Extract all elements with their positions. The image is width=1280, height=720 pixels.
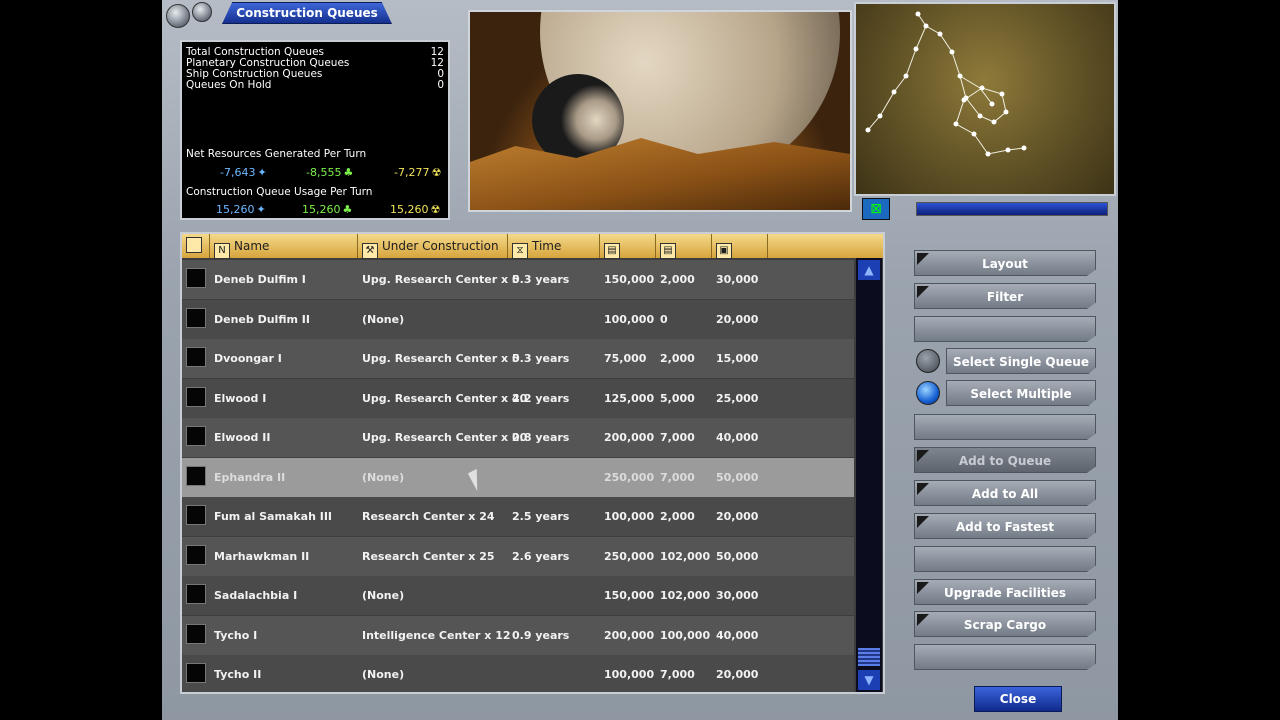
scroll-thumb[interactable] (858, 648, 880, 666)
select-single-queue-button[interactable]: Select Single Queue (946, 348, 1096, 374)
header-name[interactable]: N Name (210, 234, 358, 259)
button-corner-icon (917, 253, 929, 265)
add-to-all-button[interactable]: Add to All (914, 480, 1096, 506)
radioactives-icon: ☢ (431, 166, 442, 179)
table-row-selected[interactable]: Ephandra II (None) 250,000 7,000 50,000 (182, 458, 854, 497)
table-row[interactable]: Deneb Dulfim II (None) 100,000 0 20,000 (182, 300, 854, 339)
window-control-button[interactable] (192, 2, 212, 22)
select-multiple-queues-button[interactable]: Select Multiple Queues (946, 380, 1096, 406)
net-minerals: -7,643 ✦ (220, 166, 267, 179)
select-all-icon (186, 237, 202, 253)
add-to-queue-button[interactable]: Add to Queue (914, 447, 1096, 473)
stat-queues-on-hold: Queues On Hold 0 (186, 79, 444, 91)
organics-icon: ♣ (342, 203, 353, 216)
select-multiple-radio[interactable] (916, 381, 940, 405)
row-checkbox[interactable] (186, 426, 206, 446)
row-checkbox[interactable] (186, 308, 206, 328)
table-row[interactable]: Sadalachbia I (None) 150,000 102,000 30,… (182, 576, 854, 615)
cost-column-icon: ▤ (604, 243, 620, 259)
table-body: Deneb Dulfim I Upg. Research Center x 5 … (182, 258, 854, 692)
row-checkbox[interactable] (186, 663, 206, 683)
button-corner-icon (917, 483, 929, 495)
window-title: Construction Queues (222, 2, 392, 24)
star-map-constellation (865, 11, 1027, 157)
row-checkbox[interactable] (186, 584, 206, 604)
row-checkbox[interactable] (186, 466, 206, 486)
stats-panel: Total Construction Queues 12 Planetary Co… (180, 40, 450, 220)
row-checkbox[interactable] (186, 347, 206, 367)
table-row[interactable]: Fum al Samakah III Research Center x 24 … (182, 497, 854, 536)
row-checkbox[interactable] (186, 624, 206, 644)
button-corner-icon (917, 582, 929, 594)
usage-organics: 15,260 ♣ (302, 203, 353, 216)
table-row[interactable]: Marhawkman II Research Center x 25 2.6 y… (182, 537, 854, 576)
radioactives-icon: ☢ (430, 203, 441, 216)
scrap-cargo-button[interactable]: Scrap Cargo (914, 611, 1096, 637)
empty-button-slot (914, 316, 1096, 342)
cost-column-icon: ▤ (660, 243, 676, 259)
button-corner-icon (917, 614, 929, 626)
minerals-icon: ✦ (256, 203, 266, 216)
map-zoom-button[interactable]: ⊠ (862, 198, 890, 220)
row-checkbox[interactable] (186, 387, 206, 407)
name-sort-icon: N (214, 243, 230, 259)
header-cost-1[interactable]: ▤ (600, 234, 656, 259)
header-under-construction[interactable]: ⚒ Under Construction (358, 234, 508, 259)
table-row[interactable]: Elwood II Upg. Research Center x 20 0.8 … (182, 418, 854, 457)
construction-icon: ⚒ (362, 243, 378, 259)
button-corner-icon (917, 516, 929, 528)
upgrade-facilities-button[interactable]: Upgrade Facilities (914, 579, 1096, 605)
queue-table: N Name ⚒ Under Construction ⧖ Time ▤ ▤ ▣ De… (180, 232, 885, 694)
header-select-column[interactable] (182, 234, 210, 258)
row-checkbox[interactable] (186, 545, 206, 565)
table-row[interactable]: Elwood I Upg. Research Center x 40 2.2 y… (182, 379, 854, 418)
menu-round-button[interactable] (166, 4, 190, 28)
close-button[interactable]: Close (974, 686, 1062, 712)
usage-radioactives: 15,260 ☢ (390, 203, 441, 216)
planet-picture (468, 10, 852, 212)
empty-button-slot (914, 414, 1096, 440)
layout-button[interactable]: Layout (914, 250, 1096, 276)
table-scrollbar[interactable]: ▲ ▼ (856, 258, 882, 692)
table-row[interactable]: Dvoongar I Upg. Research Center x 5 0.3 … (182, 339, 854, 378)
row-checkbox[interactable] (186, 505, 206, 525)
empty-button-slot (914, 546, 1096, 572)
time-icon: ⧖ (512, 243, 528, 259)
header-cost-2[interactable]: ▤ (656, 234, 712, 259)
add-to-fastest-button[interactable]: Add to Fastest (914, 513, 1096, 539)
usage-minerals: 15,260 ✦ (216, 203, 266, 216)
cargo-icon: ▣ (716, 243, 732, 259)
scroll-up-arrow-icon[interactable]: ▲ (858, 260, 880, 280)
header-time[interactable]: ⧖ Time (508, 234, 600, 259)
table-row[interactable]: Tycho II (None) 100,000 7,000 20,000 (182, 655, 854, 692)
scroll-down-arrow-icon[interactable]: ▼ (858, 670, 880, 690)
minerals-icon: ✦ (257, 166, 267, 179)
table-row[interactable]: Tycho I Intelligence Center x 12 0.9 yea… (182, 616, 854, 655)
table-header: N Name ⚒ Under Construction ⧖ Time ▤ ▤ ▣ (182, 234, 883, 259)
button-corner-icon (917, 450, 929, 462)
filter-button[interactable]: Filter (914, 283, 1096, 309)
header-cost-3[interactable]: ▣ (712, 234, 768, 259)
map-scrollbar[interactable] (916, 202, 1108, 216)
net-radioactives: -7,277 ☢ (394, 166, 442, 179)
empty-button-slot (914, 644, 1096, 670)
select-single-radio[interactable] (916, 349, 940, 373)
star-map[interactable] (854, 2, 1116, 196)
net-resources-title: Net Resources Generated Per Turn (186, 148, 367, 160)
usage-title: Construction Queue Usage Per Turn (186, 186, 373, 198)
table-row[interactable]: Deneb Dulfim I Upg. Research Center x 5 … (182, 260, 854, 299)
net-organics: -8,555 ♣ (306, 166, 354, 179)
row-checkbox[interactable] (186, 268, 206, 288)
organics-icon: ♣ (343, 166, 354, 179)
button-corner-icon (917, 286, 929, 298)
